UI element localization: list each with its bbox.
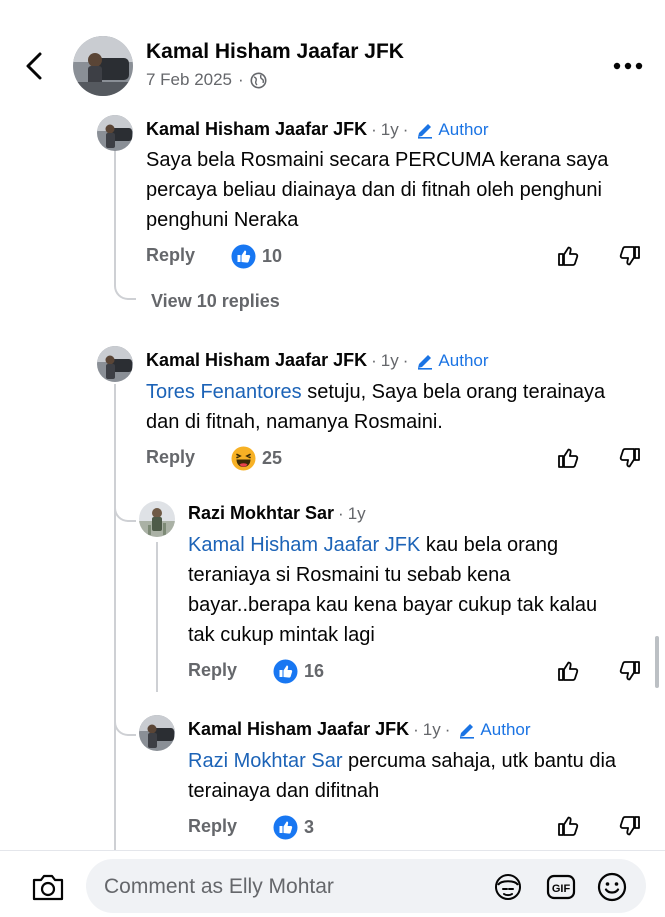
commenter-avatar[interactable] [139,501,175,537]
author-badge: Author [416,350,489,371]
reaction-summary[interactable]: 25 [231,446,282,471]
upvote-icon[interactable] [556,813,582,839]
meta-separator: · [371,119,377,139]
comment-text: Razi Mokhtar Sar percuma sahaja, utk ban… [188,746,650,806]
mention-link[interactable]: Tores Fenantores [146,381,302,403]
author-label: Author [438,350,489,370]
upvote-icon[interactable] [556,243,582,269]
comment-input[interactable]: Comment as Elly Mohtar GIF [86,859,646,913]
reply-button[interactable]: Reply [146,447,195,468]
thread-line [114,384,116,850]
downvote-icon[interactable] [616,658,642,684]
header-avatar[interactable] [73,36,133,96]
comment-time: 1y [347,503,366,523]
commenter-avatar[interactable] [97,346,133,382]
more-options-icon[interactable] [612,58,646,74]
meta-separator: · [444,719,451,739]
comment-text: Kamal Hisham Jaafar JFK kau bela orang t… [188,530,628,650]
post-author-name[interactable]: Kamal Hisham Jaafar JFK [146,40,404,64]
haha-reaction-icon [231,446,256,471]
like-reaction-icon [273,659,298,684]
thread-line [114,470,136,522]
pencil-icon [418,354,433,370]
meta-separator: · [238,70,244,89]
commenter-avatar[interactable] [139,715,175,751]
downvote-icon[interactable] [616,445,642,471]
camera-icon[interactable] [30,871,66,903]
mention-link[interactable]: Razi Mokhtar Sar [188,750,343,772]
comment-meta: Kamal Hisham Jaafar JFK · 1y · Author [188,719,531,740]
globe-icon [250,72,267,88]
author-label: Author [438,119,489,139]
reaction-count: 3 [304,817,315,837]
reply-button[interactable]: Reply [146,245,195,266]
comment-text: Saya bela Rosmaini secara PERCUMA kerana… [146,145,636,235]
reply-button[interactable]: Reply [188,816,237,837]
comment-thread-page: Kamal Hisham Jaafar JFK 7 Feb 2025 · Kam… [0,0,665,917]
pencil-icon [418,123,433,139]
thread-line [114,150,136,300]
comment-meta: Razi Mokhtar Sar · 1y [188,503,366,524]
post-meta: 7 Feb 2025 · [146,70,267,90]
emoji-icon[interactable] [596,871,628,903]
reaction-summary[interactable]: 10 [231,244,282,269]
view-replies-link[interactable]: View 10 replies [151,291,280,312]
comment-body: Saya bela Rosmaini secara PERCUMA kerana… [146,149,609,231]
downvote-icon[interactable] [616,243,642,269]
downvote-icon[interactable] [616,813,642,839]
comment-time: 1y [380,119,399,139]
reaction-count: 25 [262,448,283,468]
upvote-icon[interactable] [556,445,582,471]
comment-text: Tores Fenantores setuju, Saya bela orang… [146,377,616,437]
reaction-summary[interactable]: 16 [273,659,324,684]
thread-line [156,542,158,692]
comment-placeholder: Comment as Elly Mohtar [104,875,334,898]
commenter-avatar[interactable] [97,115,133,151]
pencil-icon [460,723,475,739]
commenter-name[interactable]: Kamal Hisham Jaafar JFK [146,350,367,371]
back-arrow-icon[interactable] [20,46,50,86]
comment-time: 1y [380,350,399,370]
comment-time: 1y [422,719,441,739]
meta-separator: · [413,719,419,739]
svg-text:GIF: GIF [552,883,571,895]
author-badge: Author [458,719,531,740]
post-date: 7 Feb 2025 [146,70,233,89]
reaction-count: 10 [262,246,283,266]
comment-meta: Kamal Hisham Jaafar JFK · 1y · Author [146,119,489,140]
comment-meta: Kamal Hisham Jaafar JFK · 1y · Author [146,350,489,371]
commenter-name[interactable]: Razi Mokhtar Sar [188,503,334,524]
meta-separator: · [402,350,409,370]
meta-separator: · [371,350,377,370]
meta-separator: · [402,119,409,139]
mention-link[interactable]: Kamal Hisham Jaafar JFK [188,534,420,556]
post-header: Kamal Hisham Jaafar JFK 7 Feb 2025 · [0,0,665,112]
like-reaction-icon [231,244,256,269]
scrollbar[interactable] [655,636,659,688]
upvote-icon[interactable] [556,658,582,684]
author-badge: Author [416,119,489,140]
reply-button[interactable]: Reply [188,660,237,681]
meta-separator: · [338,503,344,523]
author-label: Author [480,719,531,739]
gif-icon[interactable]: GIF [545,871,577,903]
commenter-name[interactable]: Kamal Hisham Jaafar JFK [146,119,367,140]
reaction-count: 16 [304,661,325,681]
thread-line [114,700,136,736]
commenter-name[interactable]: Kamal Hisham Jaafar JFK [188,719,409,740]
like-reaction-icon [273,815,298,840]
reaction-summary[interactable]: 3 [273,815,314,840]
comment-composer: Comment as Elly Mohtar GIF [0,850,665,917]
avatar-sticker-icon[interactable] [492,871,524,903]
